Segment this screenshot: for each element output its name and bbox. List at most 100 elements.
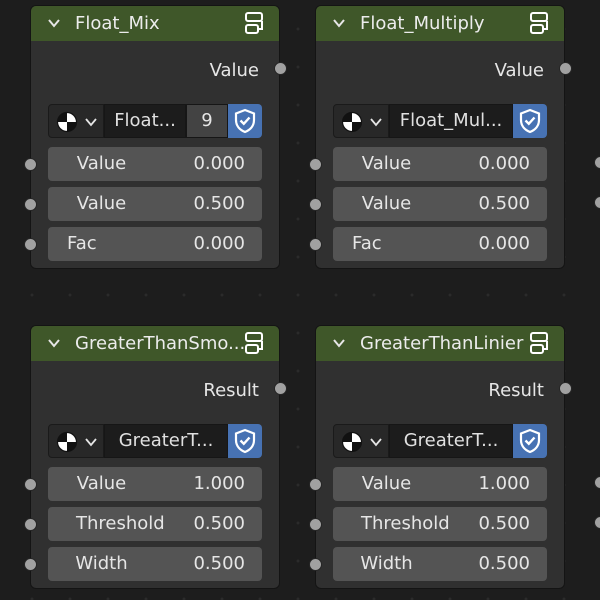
node-group-icon[interactable] bbox=[242, 332, 268, 356]
fake-user-button[interactable] bbox=[228, 104, 262, 138]
field-value: 0.500 bbox=[193, 553, 245, 574]
offscreen-node-socket[interactable] bbox=[594, 516, 600, 529]
material-ball-icon bbox=[341, 431, 363, 453]
node-tree-name-field[interactable]: Float_Mul... bbox=[389, 104, 513, 138]
chevron-down-icon[interactable] bbox=[332, 16, 346, 30]
input-field-value-1[interactable]: Value 0.000 bbox=[333, 147, 547, 181]
node-title: GreaterThanSmo... bbox=[75, 333, 245, 354]
field-label: Value bbox=[76, 193, 127, 214]
output-socket[interactable] bbox=[559, 382, 572, 395]
field-value: 0.000 bbox=[478, 233, 530, 254]
chevron-down-icon bbox=[85, 438, 97, 447]
browse-node-tree-button[interactable] bbox=[333, 424, 389, 458]
field-label: Value bbox=[76, 473, 127, 494]
input-socket[interactable] bbox=[309, 558, 322, 571]
field-value: 1.000 bbox=[478, 473, 530, 494]
browse-node-tree-button[interactable] bbox=[333, 104, 389, 138]
input-socket[interactable] bbox=[24, 158, 37, 171]
offscreen-node-socket[interactable] bbox=[594, 156, 600, 169]
input-socket[interactable] bbox=[24, 198, 37, 211]
field-label: Width bbox=[360, 553, 413, 574]
field-label: Fac bbox=[67, 233, 97, 254]
shield-check-icon bbox=[234, 428, 256, 454]
chevron-down-icon bbox=[370, 118, 382, 127]
field-value: 0.000 bbox=[193, 233, 245, 254]
offscreen-node-socket[interactable] bbox=[594, 476, 600, 489]
node-greater-than-smooth[interactable]: GreaterThanSmo... Result GreaterT... Val… bbox=[24, 325, 287, 589]
input-field-value-2[interactable]: Value 0.500 bbox=[48, 187, 262, 221]
field-value: 0.000 bbox=[193, 153, 245, 174]
node-header[interactable]: Float_Mix bbox=[31, 6, 279, 41]
node-tree-name-field[interactable]: Float... bbox=[104, 104, 186, 138]
field-value: 0.500 bbox=[193, 193, 245, 214]
field-label: Value bbox=[361, 193, 412, 214]
input-field-value[interactable]: Value 1.000 bbox=[333, 467, 547, 501]
node-greater-than-linier[interactable]: GreaterThanLinier Result GreaterT... Val… bbox=[309, 325, 572, 589]
node-header[interactable]: GreaterThanSmo... bbox=[31, 326, 279, 361]
shield-check-icon bbox=[234, 108, 256, 134]
node-header[interactable]: GreaterThanLinier bbox=[316, 326, 564, 361]
field-value: 0.500 bbox=[193, 513, 245, 534]
node-title: Float_Multiply bbox=[360, 13, 485, 34]
shield-check-icon bbox=[519, 108, 541, 134]
input-socket[interactable] bbox=[309, 238, 322, 251]
input-field-width[interactable]: Width 0.500 bbox=[48, 547, 262, 581]
input-field-fac[interactable]: Fac 0.000 bbox=[333, 227, 547, 261]
input-field-fac[interactable]: Fac 0.000 bbox=[48, 227, 262, 261]
field-value: 0.000 bbox=[478, 153, 530, 174]
node-float-mix[interactable]: Float_Mix Value Float... 9 Value 0.000 V… bbox=[24, 5, 287, 269]
material-ball-icon bbox=[341, 111, 363, 133]
input-field-threshold[interactable]: Threshold 0.500 bbox=[48, 507, 262, 541]
node-tree-name-field[interactable]: GreaterT... bbox=[104, 424, 228, 458]
input-socket[interactable] bbox=[24, 238, 37, 251]
output-socket[interactable] bbox=[559, 62, 572, 75]
input-socket[interactable] bbox=[24, 558, 37, 571]
chevron-down-icon bbox=[370, 438, 382, 447]
node-group-icon[interactable] bbox=[527, 12, 553, 36]
input-socket[interactable] bbox=[309, 198, 322, 211]
node-group-selector[interactable]: GreaterT... bbox=[48, 424, 262, 458]
node-group-selector[interactable]: Float... 9 bbox=[48, 104, 262, 138]
input-field-value[interactable]: Value 1.000 bbox=[48, 467, 262, 501]
output-label: Value bbox=[494, 60, 544, 81]
fake-user-button[interactable] bbox=[513, 104, 547, 138]
node-float-multiply[interactable]: Float_Multiply Value Float_Mul... Value … bbox=[309, 5, 572, 269]
field-label: Threshold bbox=[361, 513, 450, 534]
fake-user-button[interactable] bbox=[513, 424, 547, 458]
output-socket[interactable] bbox=[274, 62, 287, 75]
field-label: Value bbox=[361, 473, 412, 494]
input-socket[interactable] bbox=[24, 518, 37, 531]
fake-user-button[interactable] bbox=[228, 424, 262, 458]
chevron-down-icon[interactable] bbox=[332, 336, 346, 350]
shield-check-icon bbox=[519, 428, 541, 454]
field-label: Value bbox=[76, 153, 127, 174]
output-socket[interactable] bbox=[274, 382, 287, 395]
chevron-down-icon[interactable] bbox=[47, 16, 61, 30]
input-socket[interactable] bbox=[309, 518, 322, 531]
input-socket[interactable] bbox=[309, 158, 322, 171]
user-count-badge[interactable]: 9 bbox=[186, 104, 228, 138]
field-label: Width bbox=[75, 553, 128, 574]
node-group-icon[interactable] bbox=[242, 12, 268, 36]
field-label: Threshold bbox=[76, 513, 165, 534]
node-group-icon[interactable] bbox=[527, 332, 553, 356]
input-field-threshold[interactable]: Threshold 0.500 bbox=[333, 507, 547, 541]
node-group-selector[interactable]: Float_Mul... bbox=[333, 104, 547, 138]
offscreen-node-socket[interactable] bbox=[594, 196, 600, 209]
node-header[interactable]: Float_Multiply bbox=[316, 6, 564, 41]
node-group-selector[interactable]: GreaterT... bbox=[333, 424, 547, 458]
field-label: Fac bbox=[352, 233, 382, 254]
output-label: Result bbox=[488, 380, 544, 401]
chevron-down-icon[interactable] bbox=[47, 336, 61, 350]
node-tree-name-field[interactable]: GreaterT... bbox=[389, 424, 513, 458]
browse-node-tree-button[interactable] bbox=[48, 424, 104, 458]
input-socket[interactable] bbox=[309, 478, 322, 491]
input-socket[interactable] bbox=[24, 478, 37, 491]
field-value: 0.500 bbox=[478, 193, 530, 214]
field-value: 0.500 bbox=[478, 513, 530, 534]
material-ball-icon bbox=[56, 431, 78, 453]
input-field-width[interactable]: Width 0.500 bbox=[333, 547, 547, 581]
input-field-value-2[interactable]: Value 0.500 bbox=[333, 187, 547, 221]
input-field-value-1[interactable]: Value 0.000 bbox=[48, 147, 262, 181]
browse-node-tree-button[interactable] bbox=[48, 104, 104, 138]
